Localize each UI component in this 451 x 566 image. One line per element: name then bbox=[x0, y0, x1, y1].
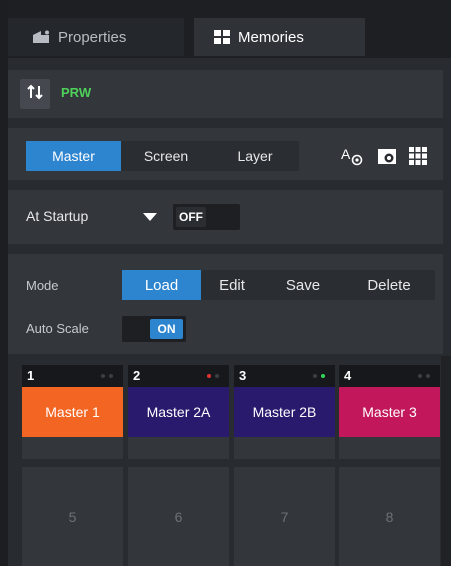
tab-memories[interactable]: Memories bbox=[194, 18, 365, 56]
startup-dropdown[interactable] bbox=[135, 204, 165, 230]
auto-scale-label: Auto Scale bbox=[26, 321, 89, 336]
grid-scrollbar[interactable] bbox=[441, 356, 451, 566]
view-options: A bbox=[341, 146, 427, 166]
memory-slot[interactable]: 4 Master 3 bbox=[339, 365, 440, 459]
tab-properties[interactable]: Properties bbox=[8, 18, 184, 56]
empty-memory-slot[interactable]: 7 bbox=[234, 467, 335, 566]
tab-properties-label: Properties bbox=[58, 28, 127, 46]
tab-bar: Properties Memories bbox=[8, 0, 451, 58]
memory-slot-header: 1 bbox=[22, 365, 123, 387]
text-visibility-icon[interactable]: A bbox=[341, 146, 363, 166]
tab-master[interactable]: Master bbox=[26, 141, 121, 171]
mode-save-button[interactable]: Save bbox=[263, 270, 343, 300]
status-dot bbox=[207, 374, 211, 378]
empty-slot-number: 8 bbox=[385, 508, 394, 525]
tab-memories-label: Memories bbox=[238, 28, 304, 46]
sort-button[interactable] bbox=[20, 79, 50, 109]
status-dot bbox=[109, 374, 113, 378]
status-dot bbox=[101, 374, 105, 378]
tab-layer[interactable]: Layer bbox=[211, 141, 299, 171]
prw-label[interactable]: PRW bbox=[61, 85, 91, 100]
sort-arrows-icon bbox=[27, 84, 43, 105]
eye-icon[interactable] bbox=[377, 147, 397, 165]
memory-slot-number: 3 bbox=[239, 368, 247, 383]
startup-label: At Startup bbox=[26, 208, 89, 224]
status-dot bbox=[215, 374, 219, 378]
status-dot bbox=[321, 374, 325, 378]
startup-toggle[interactable]: OFF bbox=[173, 204, 240, 230]
mode-delete-button[interactable]: Delete bbox=[343, 270, 435, 300]
empty-memory-slot[interactable]: 6 bbox=[128, 467, 229, 566]
mode-label: Mode bbox=[26, 278, 59, 293]
memory-slot-number: 2 bbox=[133, 368, 141, 383]
memory-slot-header: 2 bbox=[128, 365, 229, 387]
memory-slot-name: Master 1 bbox=[22, 387, 123, 437]
empty-slot-number: 5 bbox=[68, 508, 77, 525]
status-dot bbox=[313, 374, 317, 378]
memory-slot-name: Master 3 bbox=[339, 387, 440, 437]
properties-icon bbox=[32, 30, 50, 44]
startup-toggle-value: OFF bbox=[176, 207, 206, 227]
memory-slot-number: 1 bbox=[27, 368, 35, 383]
svg-text:A: A bbox=[341, 146, 351, 162]
memory-slot-name: Master 2B bbox=[234, 387, 335, 437]
memory-slot[interactable]: 3 Master 2B bbox=[234, 365, 335, 459]
tab-screen[interactable]: Screen bbox=[121, 141, 211, 171]
empty-slot-number: 7 bbox=[280, 508, 289, 525]
empty-memory-slot[interactable]: 5 bbox=[22, 467, 123, 566]
caret-down-icon bbox=[143, 208, 157, 226]
memory-slot[interactable]: 2 Master 2A bbox=[128, 365, 229, 459]
mode-section bbox=[8, 254, 443, 354]
status-dot bbox=[426, 374, 430, 378]
memory-slot-header: 4 bbox=[339, 365, 440, 387]
memories-grid-icon bbox=[214, 30, 230, 44]
memory-slot[interactable]: 1 Master 1 bbox=[22, 365, 123, 459]
empty-memory-slot[interactable]: 8 bbox=[339, 467, 440, 566]
memory-slot-number: 4 bbox=[344, 368, 352, 383]
auto-scale-toggle-value: ON bbox=[150, 319, 183, 339]
grid-icon[interactable] bbox=[409, 147, 427, 165]
memory-slot-name: Master 2A bbox=[128, 387, 229, 437]
memory-slot-header: 3 bbox=[234, 365, 335, 387]
mode-load-button[interactable]: Load bbox=[122, 270, 201, 300]
auto-scale-toggle[interactable]: ON bbox=[122, 316, 186, 342]
empty-slot-number: 6 bbox=[174, 508, 183, 525]
status-dot bbox=[418, 374, 422, 378]
mode-edit-button[interactable]: Edit bbox=[201, 270, 263, 300]
